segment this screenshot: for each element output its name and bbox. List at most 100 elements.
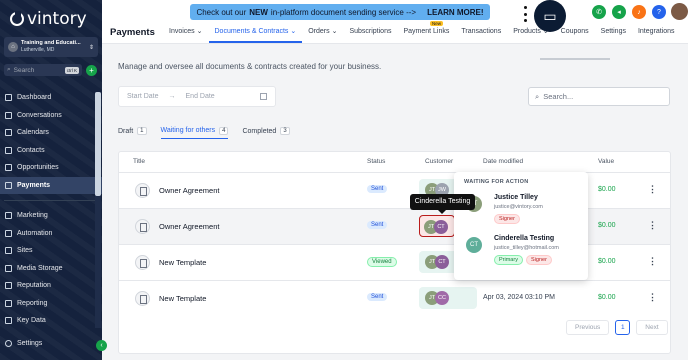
sidebar-item-label: Settings (17, 340, 43, 348)
avatar[interactable]: CT (435, 255, 449, 269)
notifications-button[interactable]: ♪ (632, 5, 646, 19)
page-description: Manage and oversee all documents & contr… (118, 62, 382, 71)
sidebar-item-label: Sites (17, 247, 33, 255)
document-search-input[interactable]: ⌕ Search... (528, 87, 670, 106)
column-header-status: Status (367, 158, 386, 165)
sidebar-item-media-storage[interactable]: Media Storage (0, 260, 102, 278)
tab-settings[interactable]: Settings (595, 27, 632, 43)
document-value: $0.00 (598, 258, 616, 265)
sidebar-item-payments[interactable]: Payments (0, 176, 102, 194)
sidebar-item-calendars[interactable]: Calendars (0, 124, 102, 142)
waiting-for-action-popover: WAITING FOR ACTION JT Justice Tilley jus… (454, 172, 588, 280)
sidebar-item-conversations[interactable]: Conversations (0, 107, 102, 125)
pagination: Previous 1 Next (566, 320, 668, 335)
avatar[interactable]: CC (435, 291, 449, 305)
sidebar-item-label: Payments (17, 181, 51, 189)
tab-coupons[interactable]: Coupons (555, 27, 595, 43)
phone-button[interactable]: ✆ (592, 5, 606, 19)
current-page-button[interactable]: 1 (615, 320, 631, 335)
tab-documents-contracts[interactable]: Documents & Contracts ⌄ (208, 27, 303, 43)
sidebar-item-dashboard[interactable]: Dashboard (0, 89, 102, 107)
sidebar-item-reputation[interactable]: Reputation (0, 277, 102, 295)
tab-draft[interactable]: Draft 1 (118, 123, 147, 139)
quick-add-button[interactable]: + (86, 65, 97, 76)
promo-banner[interactable]: Check out our NEW in-platform document s… (190, 4, 490, 20)
document-icon (135, 183, 150, 198)
header-divider (540, 58, 610, 60)
row-menu-icon[interactable]: ⋮ (648, 292, 657, 303)
sidebar-item-sites[interactable]: Sites (0, 242, 102, 260)
sidebar-item-contacts[interactable]: Contacts (0, 142, 102, 160)
customer-avatars[interactable]: JT CC (419, 287, 477, 309)
sidebar-item-marketing[interactable]: Marketing (0, 207, 102, 225)
dashboard-icon (5, 94, 12, 102)
status-badge: Sent (367, 221, 388, 229)
sidebar-item-automation[interactable]: Automation (0, 225, 102, 243)
avatar[interactable]: CT (434, 220, 448, 234)
tab-subscriptions[interactable]: Subscriptions (343, 27, 397, 43)
user-email: justice@vintory.com (494, 204, 543, 210)
document-title[interactable]: New Template (159, 294, 206, 303)
megaphone-button[interactable]: ◂ (612, 5, 626, 19)
tab-orders[interactable]: Orders ⌄ (302, 27, 343, 43)
calendar-icon (5, 129, 12, 137)
document-title[interactable]: Owner Agreement (159, 222, 219, 231)
previous-page-button[interactable]: Previous (566, 320, 610, 335)
start-date-field[interactable]: Start Date (127, 93, 159, 100)
tab-invoices[interactable]: Invoices ⌄ (163, 27, 209, 43)
end-date-field[interactable]: End Date (186, 93, 215, 100)
sidebar-search-placeholder: Search (13, 66, 35, 74)
tab-transactions[interactable]: Transactions (455, 27, 507, 43)
role-chip-signer: Signer (494, 214, 520, 224)
sidebar-scroll-thumb[interactable] (95, 92, 101, 196)
role-chip-primary: Primary (494, 255, 523, 265)
marketing-icon (5, 212, 12, 220)
sidebar: vintory ⌂ Training and Educati... Luther… (0, 0, 102, 360)
customer-avatars[interactable]: JT CT (419, 215, 455, 237)
search-placeholder: Search... (543, 92, 574, 101)
search-icon: ⌕ (7, 66, 11, 73)
date-range-picker[interactable]: Start Date → End Date (118, 86, 276, 107)
sites-icon (5, 247, 12, 255)
calendar-icon (260, 93, 267, 100)
help-icon: ? (657, 8, 661, 16)
account-switcher[interactable]: ⌂ Training and Educati... Lutherville, M… (4, 37, 98, 57)
collapse-sidebar-button[interactable]: ‹ (96, 340, 107, 351)
document-title[interactable]: New Template (159, 258, 206, 267)
sidebar-item-opportunities[interactable]: Opportunities (0, 159, 102, 177)
user-name: Justice Tilley (494, 194, 538, 201)
help-button[interactable]: ? (652, 5, 666, 19)
sidebar-item-label: Dashboard (17, 94, 52, 102)
tab-waiting-for-others[interactable]: Waiting for others 4 (160, 123, 229, 139)
megaphone-icon: ◂ (617, 9, 621, 16)
tab-products[interactable]: Products ⌄ (507, 27, 554, 43)
search-icon: ⌕ (535, 91, 540, 101)
logo-mark-icon (10, 11, 24, 26)
row-menu-icon[interactable]: ⋮ (648, 184, 657, 195)
document-title[interactable]: Owner Agreement (159, 186, 219, 195)
table-row[interactable]: New Template Sent JT CC Apr 03, 2024 03:… (119, 280, 670, 316)
tab-payment-links[interactable]: Payment Links (397, 27, 455, 43)
brand-logo[interactable]: vintory (10, 9, 87, 29)
sidebar-item-label: Reporting (17, 299, 48, 307)
sidebar-nav-top: Dashboard Conversations Calendars Contac… (0, 89, 102, 330)
gear-icon (5, 340, 12, 348)
document-icon (135, 291, 150, 306)
learn-more-link[interactable]: LEARN MORE! (427, 8, 483, 17)
user-avatar[interactable] (671, 3, 688, 20)
sidebar-item-label: Automation (17, 229, 53, 237)
next-page-button[interactable]: Next (636, 320, 668, 335)
tab-completed[interactable]: Completed 3 (242, 123, 290, 139)
reporting-icon (5, 299, 12, 307)
sidebar-search[interactable]: ⌕ Search ctrl K (4, 64, 82, 76)
more-dots-icon[interactable] (524, 6, 530, 22)
row-menu-icon[interactable]: ⋮ (648, 256, 657, 267)
document-value: $0.00 (598, 186, 616, 193)
document-icon (135, 219, 150, 234)
sidebar-item-key-data[interactable]: Key Data (0, 312, 102, 330)
sidebar-item-reporting[interactable]: Reporting (0, 295, 102, 313)
row-menu-icon[interactable]: ⋮ (648, 220, 657, 231)
tab-integrations[interactable]: Integrations (632, 27, 681, 43)
shortcut-badge: ctrl K (64, 66, 79, 74)
sidebar-item-settings[interactable]: Settings (0, 335, 102, 353)
